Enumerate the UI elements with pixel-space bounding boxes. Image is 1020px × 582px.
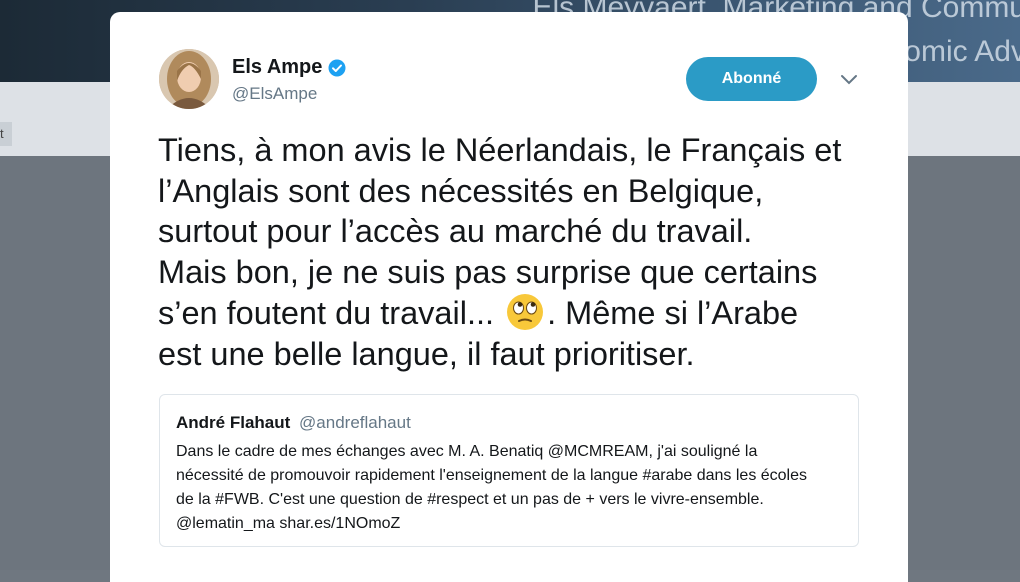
quoted-tweet-text: Dans le cadre de mes échanges avec M. A.… [176,443,808,532]
author-name[interactable]: Els Ampe [232,56,346,79]
verified-badge-icon [328,59,346,77]
quoted-author-handle[interactable]: @andreflahaut [299,413,411,432]
background-chip: t [0,122,12,146]
rolling-eyes-emoji-icon [505,292,545,332]
author-handle[interactable]: @ElsAmpe [232,84,317,104]
chevron-down-icon[interactable] [840,72,858,86]
quoted-tweet-header: André Flahaut @andreflahaut [176,413,411,433]
quoted-author-name[interactable]: André Flahaut [176,413,290,432]
following-button[interactable]: Abonné [686,57,817,101]
quoted-tweet-card[interactable]: André Flahaut @andreflahaut Dans le cadr… [159,394,859,547]
tweet-modal: Els Ampe @ElsAmpe Abonné Tiens, à mon av… [110,12,908,582]
author-avatar[interactable] [159,49,219,109]
tweet-text: Tiens, à mon avis le Néerlandais, le Fra… [158,132,842,372]
